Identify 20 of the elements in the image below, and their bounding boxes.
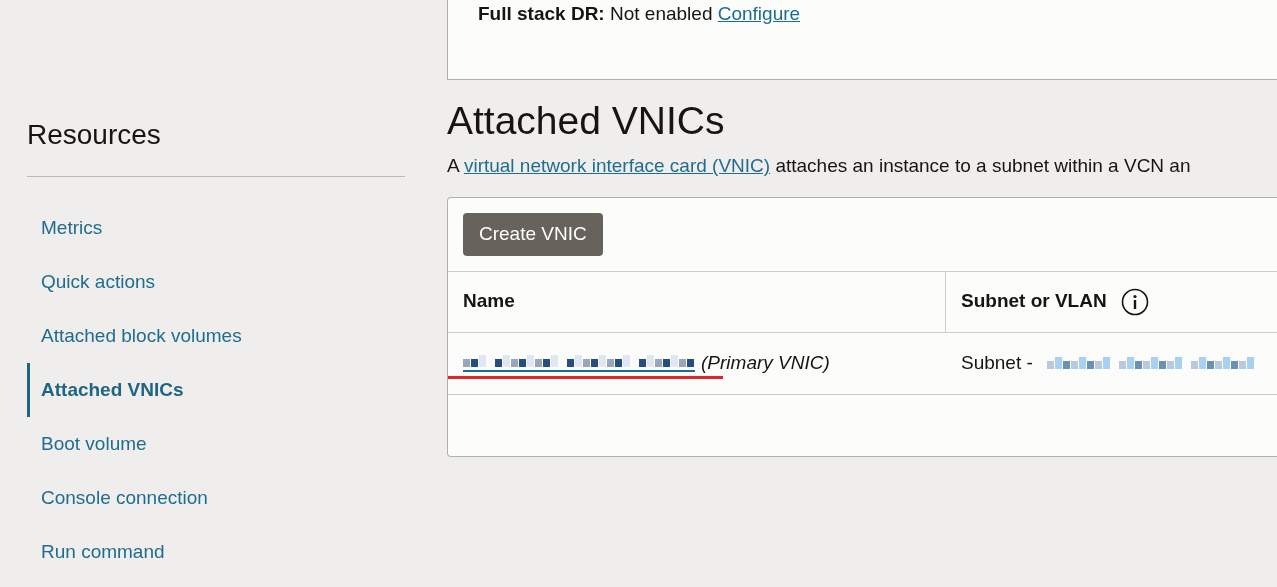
sidebar-title: Resources	[27, 118, 161, 152]
vnic-name-link[interactable]	[463, 354, 695, 372]
info-icon[interactable]	[1120, 287, 1149, 316]
sidebar-item[interactable]: Run command	[27, 525, 165, 579]
vnic-link[interactable]: virtual network interface card (VNIC)	[463, 155, 771, 176]
detail-text: Full stack DR: Not enabled Configure	[478, 2, 801, 26]
sidebar-item[interactable]: Boot volume	[27, 417, 147, 471]
section-title: Attached VNICs	[447, 98, 725, 144]
primary-vnic-label: (Primary VNIC)	[701, 350, 830, 375]
column-header: Subnet or VLAN	[961, 289, 1107, 314]
sidebar-item[interactable]: Metrics	[27, 201, 103, 255]
subnet-label: Subnet -	[961, 350, 1033, 375]
description-text: A virtual network interface card (VNIC) attaches an instance to a subnet within a VCN an	[447, 154, 1191, 178]
sidebar-item[interactable]: Attached VNICs	[27, 363, 184, 417]
column-header: Name	[463, 289, 515, 314]
sidebar-item[interactable]: Console connection	[27, 471, 208, 525]
sidebar-item[interactable]: Attached block volumes	[27, 309, 242, 363]
create-vnic-button[interactable]: Create VNIC	[463, 212, 603, 256]
configure-link[interactable]: Configure	[717, 3, 801, 24]
sidebar-item[interactable]: Quick actions	[27, 255, 156, 309]
